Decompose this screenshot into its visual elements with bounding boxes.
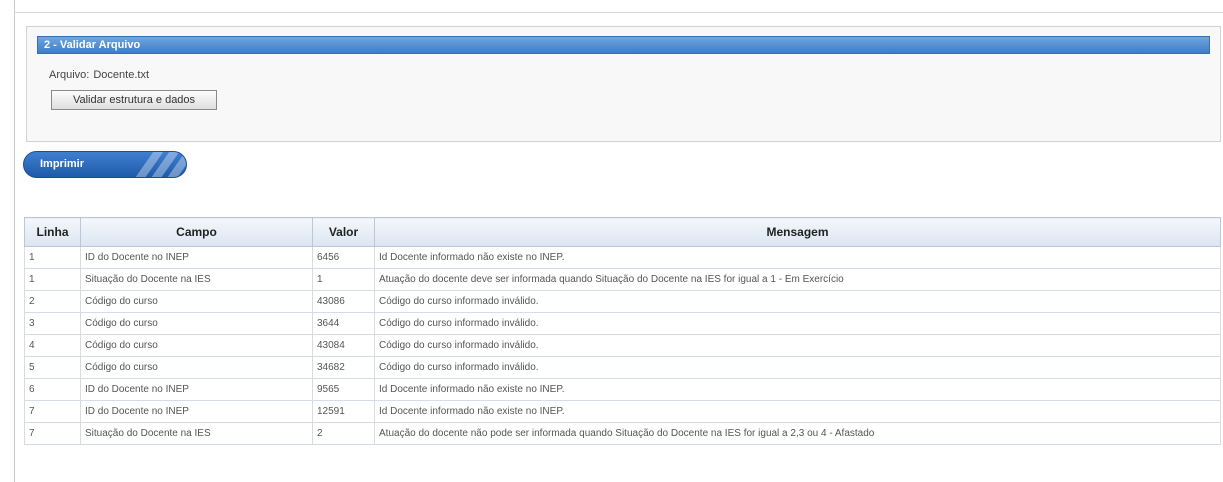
cell-valor: 3644	[312, 312, 375, 335]
cell-linha: 2	[24, 290, 81, 313]
table-header-row: Linha Campo Valor Mensagem	[24, 217, 1221, 247]
cell-linha: 3	[24, 312, 81, 335]
cell-mensagem: Código do curso informado inválido.	[374, 356, 1221, 379]
cell-campo: ID do Docente no INEP	[80, 378, 313, 401]
table-row: 7 Situação do Docente na IES 2 Atuação d…	[24, 422, 1221, 445]
file-label: Arquivo:	[49, 69, 90, 81]
cell-linha: 4	[24, 334, 81, 357]
column-header-campo[interactable]: Campo	[80, 217, 313, 247]
cell-campo: Código do curso	[80, 334, 313, 357]
cell-mensagem: Id Docente informado não existe no INEP.	[374, 246, 1221, 269]
column-header-linha[interactable]: Linha	[24, 217, 81, 247]
cell-linha: 7	[24, 422, 81, 445]
cell-campo: Código do curso	[80, 312, 313, 335]
cell-campo: Situação do Docente na IES	[80, 422, 313, 445]
cell-mensagem: Id Docente informado não existe no INEP.	[374, 400, 1221, 423]
cell-linha: 5	[24, 356, 81, 379]
cell-valor: 1	[312, 268, 375, 291]
table-row: 1 ID do Docente no INEP 6456 Id Docente …	[24, 246, 1221, 269]
file-name: Docente.txt	[93, 69, 149, 81]
cell-linha: 1	[24, 268, 81, 291]
table-row: 3 Código do curso 3644 Código do curso i…	[24, 312, 1221, 335]
cell-valor: 9565	[312, 378, 375, 401]
table-row: 1 Situação do Docente na IES 1 Atuação d…	[24, 268, 1221, 291]
left-border	[14, 0, 15, 482]
cell-linha: 7	[24, 400, 81, 423]
table-row: 6 ID do Docente no INEP 9565 Id Docente …	[24, 378, 1221, 401]
cell-campo: ID do Docente no INEP	[80, 400, 313, 423]
cell-valor: 2	[312, 422, 375, 445]
cell-mensagem: Atuação do docente não pode ser informad…	[374, 422, 1221, 445]
top-border	[14, 12, 1223, 13]
cell-linha: 6	[24, 378, 81, 401]
cell-mensagem: Código do curso informado inválido.	[374, 290, 1221, 313]
cell-valor: 6456	[312, 246, 375, 269]
cell-campo: Código do curso	[80, 290, 313, 313]
file-info: Arquivo: Docente.txt	[49, 69, 153, 81]
cell-valor: 34682	[312, 356, 375, 379]
cell-campo: Situação do Docente na IES	[80, 268, 313, 291]
cell-mensagem: Atuação do docente deve ser informada qu…	[374, 268, 1221, 291]
cell-valor: 43084	[312, 334, 375, 357]
table-row: 2 Código do curso 43086 Código do curso …	[24, 290, 1221, 313]
cell-linha: 1	[24, 246, 81, 269]
cell-campo: Código do curso	[80, 356, 313, 379]
column-header-valor[interactable]: Valor	[312, 217, 375, 247]
print-button-label: Imprimir	[40, 158, 85, 170]
table-row: 7 ID do Docente no INEP 12591 Id Docente…	[24, 400, 1221, 423]
cell-campo: ID do Docente no INEP	[80, 246, 313, 269]
cell-mensagem: Código do curso informado inválido.	[374, 312, 1221, 335]
table-row: 4 Código do curso 43084 Código do curso …	[24, 334, 1221, 357]
panel-header: 2 - Validar Arquivo	[37, 36, 1210, 54]
validate-structure-button[interactable]: Validar estrutura e dados	[51, 90, 217, 110]
validate-file-panel: 2 - Validar Arquivo Arquivo: Docente.txt …	[26, 26, 1221, 142]
column-header-mensagem[interactable]: Mensagem	[374, 217, 1221, 247]
cell-mensagem: Id Docente informado não existe no INEP.	[374, 378, 1221, 401]
print-button[interactable]: Imprimir	[23, 151, 187, 178]
cell-valor: 12591	[312, 400, 375, 423]
cell-mensagem: Código do curso informado inválido.	[374, 334, 1221, 357]
cell-valor: 43086	[312, 290, 375, 313]
table-row: 5 Código do curso 34682 Código do curso …	[24, 356, 1221, 379]
validation-results-table: Linha Campo Valor Mensagem 1 ID do Docen…	[24, 217, 1221, 445]
